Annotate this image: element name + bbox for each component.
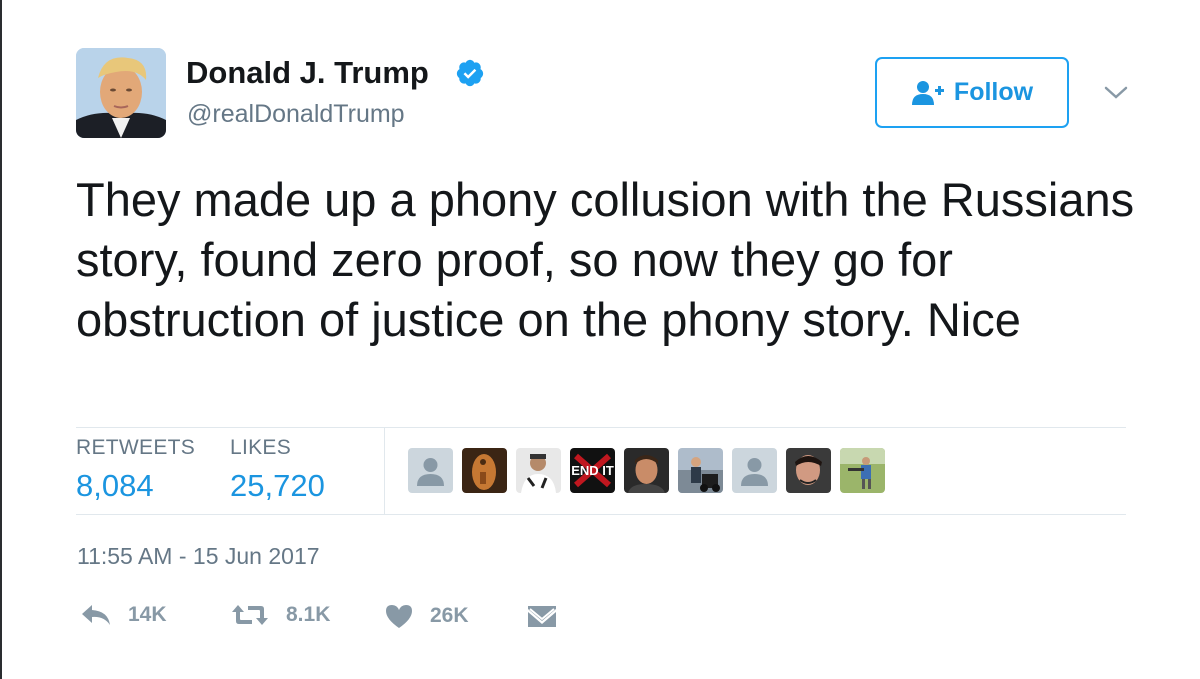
retweet-button[interactable]: 8.1K <box>230 603 330 627</box>
retweets-stat[interactable]: RETWEETS 8,084 <box>76 436 195 504</box>
author-avatar[interactable] <box>76 48 166 138</box>
window-edge <box>0 0 2 679</box>
reply-button[interactable]: 14K <box>80 603 167 627</box>
liker-avatar[interactable] <box>408 448 453 493</box>
tweet-text: They made up a phony collusion with the … <box>76 173 1135 346</box>
follow-button[interactable]: Follow <box>875 57 1069 128</box>
likes-count[interactable]: 25,720 <box>230 468 325 504</box>
direct-message-button[interactable] <box>527 603 557 629</box>
retweets-count[interactable]: 8,084 <box>76 468 195 504</box>
author-handle[interactable]: @realDonaldTrump <box>187 100 405 129</box>
author-name[interactable]: Donald J. Trump <box>186 55 429 91</box>
liker-avatar[interactable] <box>840 448 885 493</box>
likers-list: END IT <box>408 448 885 493</box>
add-user-icon <box>911 80 944 105</box>
likes-label: LIKES <box>230 436 292 459</box>
heart-icon <box>386 605 412 628</box>
liker-avatar[interactable] <box>678 448 723 493</box>
svg-text:END IT: END IT <box>571 463 614 478</box>
liker-avatar[interactable] <box>624 448 669 493</box>
retweet-icon <box>232 605 268 625</box>
verified-badge-icon <box>456 59 484 87</box>
stats-separator <box>384 428 385 514</box>
retweet-count: 8.1K <box>286 603 331 626</box>
follow-label: Follow <box>953 78 1034 106</box>
liker-avatar[interactable] <box>786 448 831 493</box>
liker-avatar[interactable] <box>732 448 777 493</box>
retweets-label: RETWEETS <box>76 436 196 459</box>
stats-top-divider <box>76 427 1126 428</box>
chevron-down-icon[interactable] <box>1104 85 1128 101</box>
liker-avatar[interactable] <box>516 448 561 493</box>
reply-icon <box>82 605 110 625</box>
like-button[interactable]: 26K <box>384 603 469 629</box>
liker-avatar[interactable]: END IT <box>570 448 615 493</box>
stats-bottom-divider <box>76 514 1126 515</box>
reply-count: 14K <box>128 603 167 626</box>
tweet-timestamp[interactable]: 11:55 AM - 15 Jun 2017 <box>77 543 320 570</box>
liker-avatar[interactable] <box>462 448 507 493</box>
likes-stat[interactable]: LIKES 25,720 <box>230 436 325 504</box>
envelope-icon <box>528 606 556 627</box>
like-count: 26K <box>430 604 469 627</box>
